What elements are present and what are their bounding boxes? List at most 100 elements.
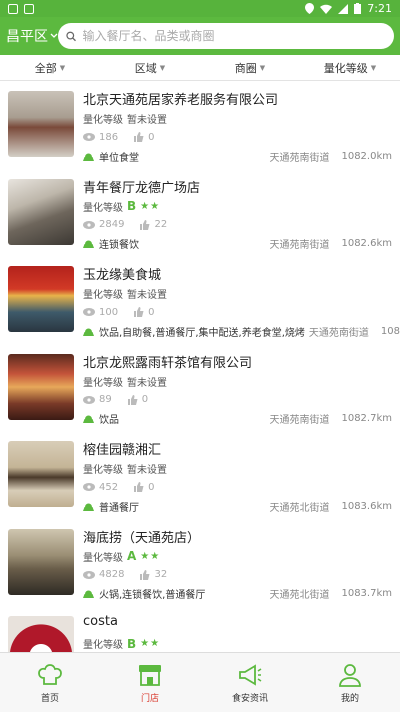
restaurant-photo <box>8 91 74 157</box>
list-item[interactable]: 榕佳园赣湘汇 量化等级 暂未设置 452 0 普通餐厅 天通苑北街道 1083.6… <box>0 431 400 519</box>
grade-row: 量化等级 暂未设置 <box>83 461 392 476</box>
grade-label: 量化等级 <box>83 465 123 476</box>
stats-row: 186 0 <box>83 130 392 144</box>
like-count: 32 <box>154 569 168 580</box>
restaurant-name: 北京龙熙露雨轩茶馆有限公司 <box>83 355 253 371</box>
grade-label: 量化等级 <box>83 115 123 126</box>
nav-label: 首页 <box>40 693 59 704</box>
list-item[interactable]: costa 量化等级 B ★★ <box>0 606 400 652</box>
list-item[interactable]: 海底捞（天通苑店） 量化等级 A ★★ 4828 32 火锅,连锁餐饮,普通餐厅 天… <box>0 519 400 607</box>
list-item[interactable]: 玉龙缘美食城 量化等级 暂未设置 100 0 饮品,自助餐,普通餐厅,集中配送,养… <box>0 256 400 344</box>
food-category-icon <box>83 503 94 511</box>
address-text: 天通苑南街道 <box>308 327 369 339</box>
category-text: 火锅,连锁餐饮,普通餐厅 <box>99 590 206 601</box>
thumbs-up-icon <box>134 482 144 492</box>
address-text: 天通苑南街道 <box>269 240 330 251</box>
nav-store[interactable]: 门店 <box>100 653 200 712</box>
status-time: 7:21 <box>367 2 392 15</box>
grade-label: 量化等级 <box>83 290 123 301</box>
stats-row: 89 0 <box>83 393 392 407</box>
food-category-icon <box>83 590 94 598</box>
top-bar: 昌平区 <box>0 17 400 55</box>
like-count: 0 <box>148 131 155 143</box>
stats-row: 4828 32 <box>83 568 392 582</box>
list-item[interactable]: 北京龙熙露雨轩茶馆有限公司 量化等级 暂未设置 89 0 饮品 天通苑南街道 10… <box>0 344 400 432</box>
category-text: 单位食堂 <box>99 152 139 164</box>
category-text: 饮品 <box>99 415 119 426</box>
grade-stars: ★★ <box>140 200 161 212</box>
nav-label: 食安资讯 <box>231 693 268 704</box>
signal-icon <box>338 3 349 14</box>
thumbs-up-icon <box>134 132 144 142</box>
thumbs-up-icon <box>140 219 150 230</box>
distance-text: 1082.0km <box>341 150 392 162</box>
address-text: 天通苑南街道 <box>269 415 330 426</box>
nav-label: 我的 <box>340 693 359 704</box>
megaphone-icon <box>239 663 262 686</box>
grade-text: 暂未设置 <box>127 465 167 476</box>
grade-letter: B <box>127 199 137 213</box>
grade-row: 量化等级 B ★★ <box>83 199 392 214</box>
like-count: 0 <box>148 306 155 318</box>
grade-text: 暂未设置 <box>127 290 167 301</box>
eye-icon <box>83 570 95 579</box>
filter-label: 量化等级 <box>323 61 368 75</box>
grade-label: 量化等级 <box>83 377 123 389</box>
view-count: 2849 <box>99 219 125 230</box>
nav-label: 门店 <box>140 693 159 704</box>
grade-text: 暂未设置 <box>127 377 167 389</box>
eye-icon <box>83 220 95 229</box>
filter-area[interactable]: 区域 ▼ <box>100 55 200 80</box>
view-count: 100 <box>99 306 119 318</box>
distance-text: 1082.7km <box>341 413 392 424</box>
district-selector[interactable]: 昌平区 <box>6 26 58 46</box>
grade-stars: ★★ <box>140 550 161 562</box>
chevron-down-icon <box>50 33 58 38</box>
grade-row: 量化等级 B ★★ <box>83 636 392 652</box>
distance-text: 1083.7km <box>341 588 392 599</box>
restaurant-photo <box>8 528 74 595</box>
bottom-navigation: 首页 门店 食安资讯 我的 <box>0 652 400 712</box>
category-text: 普通餐厅 <box>99 502 139 514</box>
search-input[interactable] <box>82 29 386 43</box>
food-category-icon <box>83 153 94 161</box>
chef-hat-icon <box>38 663 62 685</box>
address-text: 天通苑北街道 <box>269 590 330 601</box>
stats-row: 2849 22 <box>83 218 392 232</box>
grade-letter: A <box>127 549 137 563</box>
restaurant-name: 榕佳园赣湘汇 <box>83 443 162 458</box>
distance-text: 1082.6km <box>341 238 392 249</box>
restaurant-photo <box>8 616 74 652</box>
category-text: 连锁餐饮 <box>99 240 139 251</box>
restaurant-name: 北京天通苑居家养老服务有限公司 <box>83 93 279 108</box>
eye-icon <box>83 395 95 404</box>
grade-text: 暂未设置 <box>127 115 167 126</box>
restaurant-photo <box>8 266 74 332</box>
app-notification-icon <box>24 3 34 14</box>
nav-home[interactable]: 首页 <box>0 653 100 712</box>
grade-letter: B <box>127 636 137 651</box>
thumbs-up-icon <box>134 307 144 317</box>
grade-row: 量化等级 暂未设置 <box>83 111 392 126</box>
filter-all[interactable]: 全部 ▼ <box>0 55 100 80</box>
distance-text: 1082.7km <box>380 325 400 337</box>
caret-down-icon: ▼ <box>59 63 66 72</box>
nav-food-safety-news[interactable]: 食安资讯 <box>200 653 300 712</box>
stats-row: 100 0 <box>83 305 400 319</box>
filter-business-district[interactable]: 商圈 ▼ <box>200 55 300 80</box>
search-box[interactable] <box>58 23 394 49</box>
grade-label: 量化等级 <box>83 552 123 564</box>
like-count: 0 <box>141 394 149 405</box>
list-item[interactable]: 北京天通苑居家养老服务有限公司 量化等级 暂未设置 186 0 单位食堂 天通苑南… <box>0 81 400 169</box>
caret-down-icon: ▼ <box>259 63 266 72</box>
nav-mine[interactable]: 我的 <box>300 653 400 712</box>
address-text: 天通苑北街道 <box>269 502 330 514</box>
list-item[interactable]: 青年餐厅龙德广场店 量化等级 B ★★ 2849 22 连锁餐饮 天通苑南街道 10… <box>0 169 400 257</box>
caret-down-icon: ▼ <box>370 63 377 72</box>
grade-row: 量化等级 暂未设置 <box>83 286 400 301</box>
restaurant-photo <box>8 353 74 420</box>
search-icon <box>66 31 76 41</box>
filter-grade[interactable]: 量化等级 ▼ <box>300 55 400 80</box>
view-count: 4828 <box>99 569 125 580</box>
food-category-icon <box>83 240 94 248</box>
